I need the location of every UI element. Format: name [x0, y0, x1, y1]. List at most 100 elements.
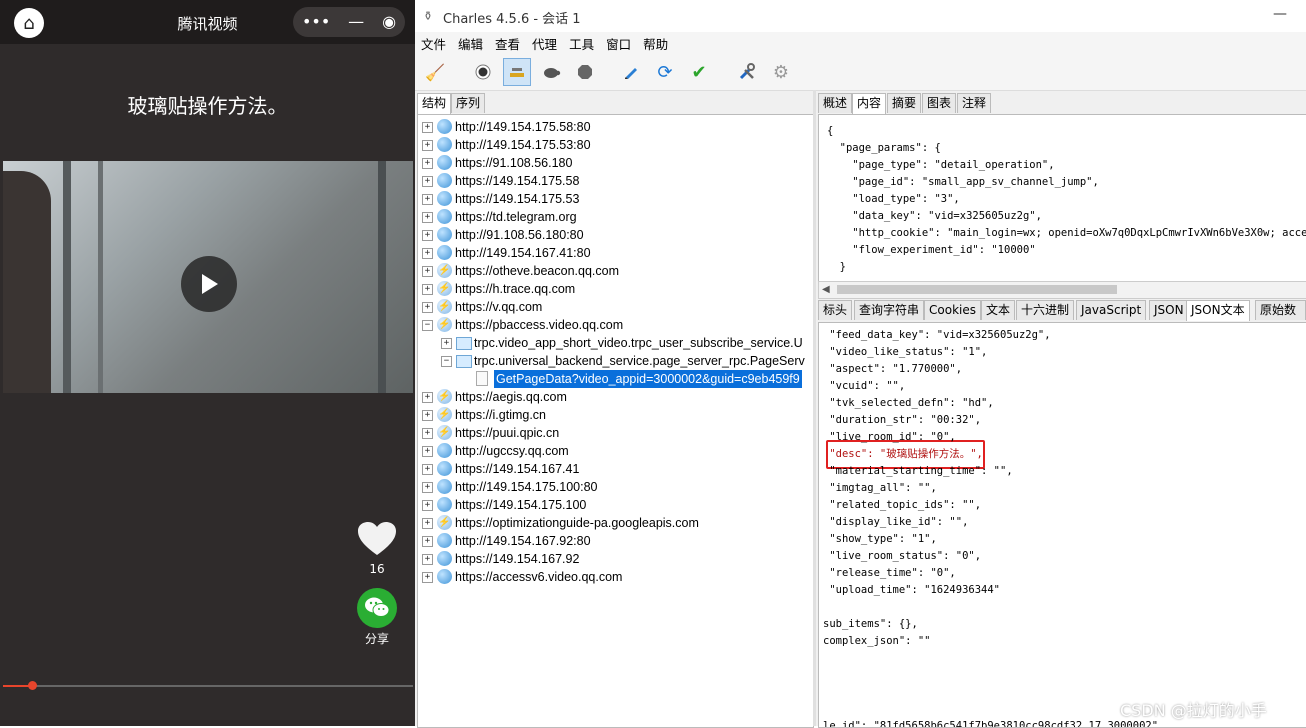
scrollbar-thumb[interactable]	[837, 285, 1117, 294]
scroll-left-icon[interactable]: ◀	[822, 282, 830, 298]
expand-icon[interactable]: +	[422, 410, 433, 421]
video-player[interactable]	[3, 161, 413, 393]
expand-icon[interactable]: +	[422, 500, 433, 511]
tree-row[interactable]: + http://ugccsy.qq.com	[418, 442, 813, 460]
play-button[interactable]	[181, 256, 237, 312]
tree-row[interactable]: + ⚡ https://aegis.qq.com	[418, 388, 813, 406]
settings-gear-icon[interactable]: ⚙	[769, 60, 793, 84]
record-icon[interactable]	[471, 60, 495, 84]
menu-edit[interactable]: 编辑	[452, 34, 489, 53]
expand-icon[interactable]: +	[422, 482, 433, 493]
tab-summary[interactable]: 摘要	[887, 93, 922, 113]
tab-headers[interactable]: 标头	[818, 300, 853, 320]
menu-window[interactable]: 窗口	[600, 34, 637, 53]
tree-row[interactable]: + https://149.154.175.53	[418, 190, 813, 208]
expand-icon[interactable]: +	[422, 464, 433, 475]
tab-hex[interactable]: 十六进制	[1016, 300, 1075, 320]
expand-icon[interactable]: +	[422, 266, 433, 277]
tree-row[interactable]: + ⚡ https://v.qq.com	[418, 298, 813, 316]
tree-row[interactable]: + http://149.154.167.41:80	[418, 244, 813, 262]
more-button[interactable]: •••	[302, 7, 330, 37]
tab-query-string[interactable]: 查询字符串	[854, 300, 925, 320]
tab-javascript[interactable]: JavaScript	[1076, 300, 1147, 320]
tree-row[interactable]: + http://91.108.56.180:80	[418, 226, 813, 244]
tree-row[interactable]: + https://149.154.175.58	[418, 172, 813, 190]
check-validate-icon[interactable]: ✔	[687, 60, 711, 84]
tree-row[interactable]: + http://149.154.167.92:80	[418, 532, 813, 550]
tree-row[interactable]: + https://91.108.56.180	[418, 154, 813, 172]
tab-structure[interactable]: 结构	[417, 93, 452, 114]
collapse-icon[interactable]: −	[422, 320, 433, 331]
menu-file[interactable]: 文件	[415, 34, 452, 53]
share-button[interactable]: 分享	[357, 588, 397, 647]
expand-icon[interactable]: +	[422, 140, 433, 151]
tree-row[interactable]: + https://td.telegram.org	[418, 208, 813, 226]
close-button[interactable]: ◉	[382, 7, 396, 37]
tree-row[interactable]: + https://149.154.167.92	[418, 550, 813, 568]
tree-row[interactable]: + ⚡ https://h.trace.qq.com	[418, 280, 813, 298]
expand-icon[interactable]: +	[422, 572, 433, 583]
tree-row[interactable]: + https://accessv6.video.qq.com	[418, 568, 813, 586]
tools-icon[interactable]	[735, 60, 759, 84]
progress-handle[interactable]	[27, 681, 37, 690]
menu-help[interactable]: 帮助	[637, 34, 674, 53]
tree-row[interactable]: − ⚡ https://pbaccess.video.qq.com	[418, 316, 813, 334]
tree-row[interactable]: + ⚡ https://i.gtimg.cn	[418, 406, 813, 424]
menu-view[interactable]: 查看	[489, 34, 526, 53]
broom-clear-icon[interactable]: 🧹	[423, 60, 447, 84]
expand-icon[interactable]: +	[422, 122, 433, 133]
expand-icon[interactable]: +	[422, 428, 433, 439]
pen-compose-icon[interactable]	[619, 60, 643, 84]
expand-icon[interactable]: +	[422, 158, 433, 169]
expand-icon[interactable]: +	[422, 248, 433, 259]
tree-row[interactable]: + ⚡ https://puui.qpic.cn	[418, 424, 813, 442]
expand-icon[interactable]: +	[441, 338, 452, 349]
tree-row[interactable]: + ⚡ https://otheve.beacon.qq.com	[418, 262, 813, 280]
throttle-icon[interactable]	[503, 58, 531, 86]
tab-text[interactable]: 文本	[981, 300, 1016, 320]
tab-contents[interactable]: 内容	[852, 93, 887, 114]
pane-splitter[interactable]	[813, 90, 816, 726]
menu-proxy[interactable]: 代理	[526, 34, 563, 53]
tab-chart[interactable]: 图表	[922, 93, 957, 113]
window-minimize-button[interactable]: —	[1273, 6, 1287, 22]
expand-icon[interactable]: +	[422, 230, 433, 241]
tab-sequence[interactable]: 序列	[451, 93, 486, 113]
tree-row[interactable]: + https://149.154.175.100	[418, 496, 813, 514]
response-json-viewer[interactable]: "feed_data_key": "vid=x325605uz2g", "vid…	[818, 322, 1306, 728]
tree-row[interactable]: + ⚡ https://optimizationguide-pa.googleapi…	[418, 514, 813, 532]
minimize-button[interactable]: —	[348, 7, 364, 37]
tree-row[interactable]: − trpc.universal_backend_service.page_ser…	[418, 352, 813, 370]
horizontal-scrollbar[interactable]: ◀	[818, 281, 1306, 299]
tab-overview[interactable]: 概述	[818, 93, 853, 113]
expand-icon[interactable]: +	[422, 392, 433, 403]
tree-row[interactable]: + http://149.154.175.53:80	[418, 136, 813, 154]
tree-row[interactable]: GetPageData?video_appid=3000002&guid=c9e…	[418, 370, 813, 388]
tab-raw[interactable]: 原始数据	[1255, 300, 1306, 336]
like-button[interactable]: 16	[357, 521, 397, 576]
tree-row[interactable]: + https://149.154.167.41	[418, 460, 813, 478]
collapse-icon[interactable]: −	[441, 356, 452, 367]
tree-row[interactable]: + trpc.video_app_short_video.trpc_user_su…	[418, 334, 813, 352]
tab-json-text[interactable]: JSON文本	[1186, 300, 1250, 321]
video-progress-bar[interactable]	[3, 681, 413, 690]
tab-json[interactable]: JSON	[1149, 300, 1189, 320]
expand-icon[interactable]: +	[422, 302, 433, 313]
stop-hexagon-icon[interactable]	[573, 60, 597, 84]
expand-icon[interactable]: +	[422, 536, 433, 547]
expand-icon[interactable]: +	[422, 554, 433, 565]
request-body-viewer[interactable]: { "page_params": { "page_type": "detail_…	[818, 114, 1306, 283]
expand-icon[interactable]: +	[422, 194, 433, 205]
tab-notes[interactable]: 注释	[957, 93, 992, 113]
tab-cookies[interactable]: Cookies	[924, 300, 981, 320]
menu-tools[interactable]: 工具	[563, 34, 600, 53]
expand-icon[interactable]: +	[422, 176, 433, 187]
expand-icon[interactable]: +	[422, 518, 433, 529]
expand-icon[interactable]: +	[422, 212, 433, 223]
refresh-icon[interactable]: ⟳	[653, 60, 677, 84]
tree-row[interactable]: + http://149.154.175.58:80	[418, 118, 813, 136]
tree-row[interactable]: + http://149.154.175.100:80	[418, 478, 813, 496]
expand-icon[interactable]: +	[422, 284, 433, 295]
expand-icon[interactable]: +	[422, 446, 433, 457]
turtle-icon[interactable]	[539, 60, 563, 84]
